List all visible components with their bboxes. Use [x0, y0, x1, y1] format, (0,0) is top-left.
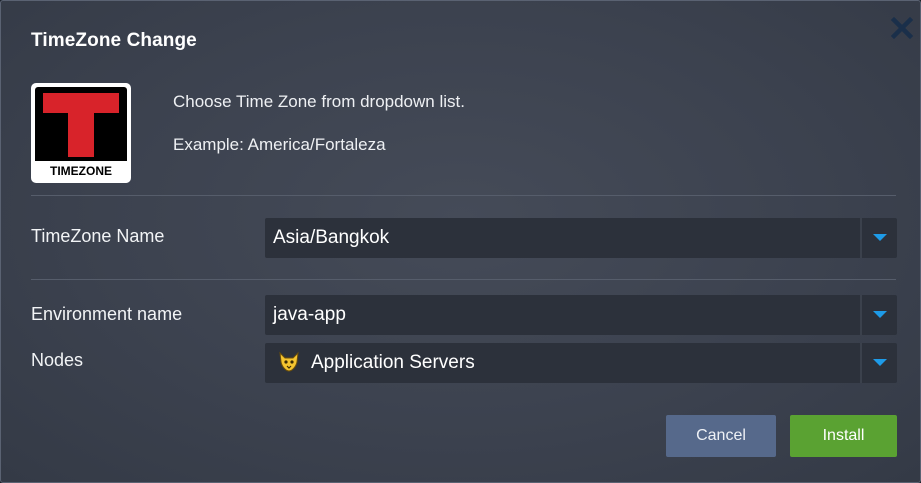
- timezone-change-dialog: TimeZone Change TIMEZONE Choose Time Zon…: [0, 0, 921, 483]
- description-line-1: Choose Time Zone from dropdown list.: [173, 92, 465, 111]
- timezone-logo-icon: TIMEZONE: [31, 83, 131, 183]
- chevron-down-icon: [873, 234, 887, 241]
- dialog-title: TimeZone Change: [31, 30, 197, 51]
- chevron-down-icon: [873, 311, 887, 318]
- cancel-button[interactable]: Cancel: [666, 415, 776, 457]
- install-button[interactable]: Install: [790, 415, 897, 457]
- logo-text: TIMEZONE: [50, 164, 112, 178]
- close-icon[interactable]: [889, 15, 915, 41]
- tomcat-icon: [277, 350, 301, 374]
- environment-name-label: Environment name: [31, 304, 183, 324]
- timezone-dropdown-trigger[interactable]: [860, 218, 897, 258]
- divider: [31, 279, 896, 280]
- chevron-down-icon: [873, 359, 887, 366]
- timezone-name-value: Asia/Bangkok: [273, 227, 390, 248]
- nodes-dropdown-trigger[interactable]: [860, 343, 897, 383]
- timezone-name-label: TimeZone Name: [31, 226, 165, 246]
- timezone-name-select[interactable]: Asia/Bangkok: [265, 218, 897, 258]
- nodes-label: Nodes: [31, 350, 84, 370]
- nodes-select[interactable]: Application Servers: [265, 343, 897, 383]
- divider: [31, 195, 896, 196]
- environment-dropdown-trigger[interactable]: [860, 295, 897, 335]
- environment-name-select[interactable]: java-app: [265, 295, 897, 335]
- nodes-value: Application Servers: [311, 352, 475, 373]
- environment-name-value: java-app: [273, 304, 346, 325]
- description-line-2: Example: America/Fortaleza: [173, 135, 386, 154]
